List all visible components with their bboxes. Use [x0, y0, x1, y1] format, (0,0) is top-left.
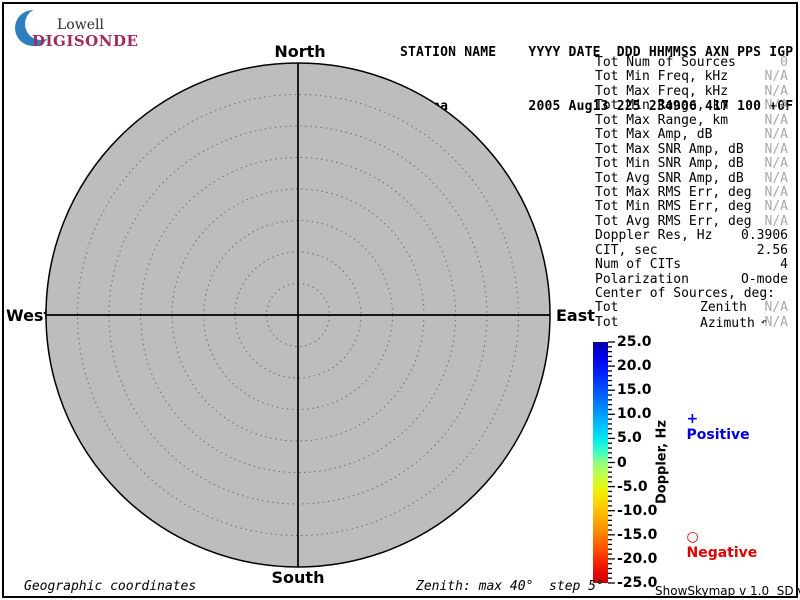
table-row: Tot Min Range, km N/A: [595, 99, 788, 113]
stat-label: Tot Max Freq, kHz: [595, 85, 728, 99]
stat-label: Polarization: [595, 273, 689, 287]
table-row: Tot Max Range, km N/A: [595, 114, 788, 128]
coordinates-mode-label: Geographic coordinates: [24, 579, 196, 594]
logo-text-digisonde: DIGISONDE: [32, 32, 138, 50]
compass-label-west: West: [6, 306, 44, 325]
stat-label: Tot Min SNR Amp, dB: [595, 157, 744, 171]
colorbar-tick-label: 10.0: [617, 405, 652, 423]
stat-label: Doppler Res, Hz: [595, 229, 712, 243]
table-row: Tot Min SNR Amp, dB N/A: [595, 157, 788, 171]
table-row: Tot Min Freq, kHz N/A: [595, 70, 788, 84]
colorbar-tick-label: -25.0: [617, 574, 657, 592]
colorbar-tick-label: -5.0: [617, 478, 648, 496]
table-row: Tot Avg RMS Err, deg N/A: [595, 215, 788, 229]
colorbar-tick-label: -10.0: [617, 502, 657, 520]
stat-value: 0: [780, 56, 788, 70]
stat-value: 0.3906: [741, 229, 788, 243]
stat-value: N/A: [765, 186, 788, 200]
stat-value: N/A: [765, 114, 788, 128]
stat-value: N/A: [765, 128, 788, 142]
stat-value: N/A: [765, 200, 788, 214]
stats-table: Tot Num of Sources0Tot Min Freq, kHzN/AT…: [595, 56, 788, 330]
stat-value: N/A: [765, 316, 788, 330]
stat-label: Tot Num of Sources: [595, 56, 736, 70]
stat-label: Tot Min Freq, kHz: [595, 70, 728, 84]
colorbar-tick-label: 20.0: [617, 357, 652, 375]
stat-value: 2.56: [757, 244, 788, 258]
stat-label: Center of Sources, deg:: [595, 287, 775, 301]
stat-value: N/A: [765, 215, 788, 229]
table-row: Tot Avg SNR Amp, dB N/A: [595, 172, 788, 186]
colorbar-tick-label: 25.0: [617, 333, 652, 351]
stat-mid-label: Zenith: [700, 301, 747, 316]
azimuth-rotation-icon: ↶: [755, 317, 767, 328]
table-row: Doppler Res, Hz 0.3906: [595, 229, 788, 243]
table-row: Tot Azimuth ↶N/A: [595, 316, 788, 330]
stat-label: Tot Max Amp, dB: [595, 128, 712, 142]
legend-positive-label: Positive: [687, 427, 750, 443]
stat-value: N/A: [765, 70, 788, 84]
colorbar-tick-label: 0: [617, 454, 627, 472]
stat-value: N/A: [765, 85, 788, 99]
colorbar-tick-label: -15.0: [617, 526, 657, 544]
stat-label: CIT, sec: [595, 244, 658, 258]
stat-value: 4: [780, 258, 788, 272]
legend-negative: ○ Negative: [667, 513, 757, 577]
stat-label: Tot: [595, 301, 618, 315]
table-row: Num of CITs 4: [595, 258, 788, 272]
table-row: CIT, sec 2.56: [595, 244, 788, 258]
stat-mid-label: Azimuth ↶: [700, 316, 767, 332]
stat-value: N/A: [765, 157, 788, 171]
stat-label: Tot: [595, 316, 618, 330]
compass-label-south: South: [268, 568, 328, 587]
colorbar-tick-label: 15.0: [617, 381, 652, 399]
doppler-colorbar: [593, 342, 608, 583]
table-row: Tot Max SNR Amp, dB N/A: [595, 143, 788, 157]
table-row: Polarization O-mode: [595, 273, 788, 287]
table-row: Tot Max RMS Err, deg N/A: [595, 186, 788, 200]
stat-value: O-mode: [741, 273, 788, 287]
skymap-polar-plot: [45, 62, 551, 568]
legend-negative-label: Negative: [687, 545, 758, 561]
negative-marker-icon: ○: [687, 529, 699, 545]
positive-marker-icon: +: [687, 411, 699, 427]
table-row: Center of Sources, deg:: [595, 287, 788, 301]
stat-label: Tot Max SNR Amp, dB: [595, 143, 744, 157]
table-row: Tot Zenith N/A: [595, 301, 788, 315]
stat-label: Tot Max Range, km: [595, 114, 728, 128]
stat-label: Num of CITs: [595, 258, 681, 272]
colorbar-tick-label: -20.0: [617, 550, 657, 568]
zenith-range-label: Zenith: max 40° step 5°: [416, 579, 604, 594]
stat-label: Tot Avg SNR Amp, dB: [595, 172, 744, 186]
table-row: Tot Min RMS Err, deg N/A: [595, 200, 788, 214]
logo-text-lowell: Lowell: [57, 17, 104, 33]
stat-label: Tot Avg RMS Err, deg: [595, 215, 752, 229]
colorbar-tick-label: 5.0: [617, 429, 642, 447]
lowell-digisonde-logo: Lowell DIGISONDE: [10, 6, 140, 48]
version-label: ShowSkymap v 1.0 SD v 4.2: [655, 584, 800, 598]
table-row: Tot Max Freq, kHz N/A: [595, 85, 788, 99]
table-row: Tot Num of Sources 0: [595, 56, 788, 70]
showskymap-window: Lowell DIGISONDE STATION NAME YYYY DATE …: [0, 0, 800, 600]
stat-label: Tot Max RMS Err, deg: [595, 186, 752, 200]
stat-value: N/A: [765, 172, 788, 186]
compass-label-north: North: [270, 42, 330, 61]
legend-positive: + Positive: [667, 395, 750, 459]
table-row: Tot Max Amp, dB N/A: [595, 128, 788, 142]
stat-label: Tot Min Range, km: [595, 99, 728, 113]
stat-value: N/A: [765, 301, 788, 315]
stat-value: N/A: [765, 99, 788, 113]
stat-label: Tot Min RMS Err, deg: [595, 200, 752, 214]
stat-value: N/A: [765, 143, 788, 157]
